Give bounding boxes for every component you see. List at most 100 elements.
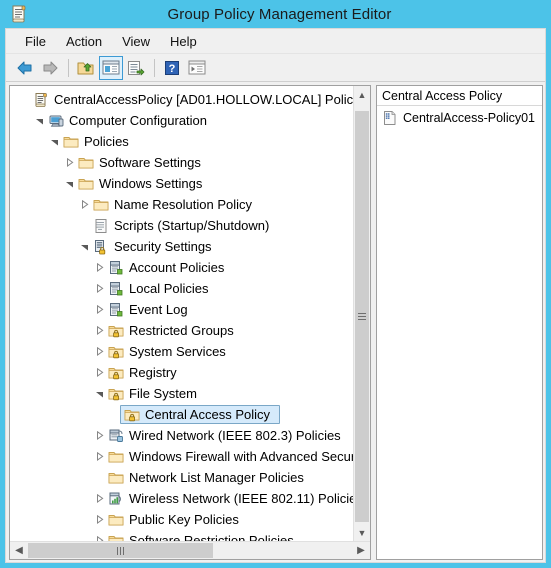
tree-node-content[interactable]: Software Restriction Policies [107,533,298,541]
tree-node-label: System Services [129,344,226,359]
tree-node-content[interactable]: Account Policies [107,260,228,276]
expand-triangle-icon[interactable] [91,536,107,541]
scroll-down-icon[interactable]: ▼ [354,524,370,541]
tree-node[interactable]: Restricted Groups [10,320,353,341]
tree-node[interactable]: Name Resolution Policy [10,194,353,215]
hscroll-thumb[interactable] [28,543,213,558]
tree-node[interactable]: File System [10,383,353,404]
tree-node-content[interactable]: Network List Manager Policies [107,470,308,486]
forward-button[interactable] [38,56,62,80]
folder-icon [107,470,125,486]
export-list-button[interactable] [124,56,148,80]
menu-bar: File Action View Help [6,29,545,54]
tree-node[interactable]: Software Settings [10,152,353,173]
show-hide-console-tree-button[interactable] [99,55,123,80]
expand-triangle-icon[interactable] [91,431,107,440]
tree-node-content[interactable]: Scripts (Startup/Shutdown) [92,218,273,234]
tree-node[interactable]: Account Policies [10,257,353,278]
expand-triangle-icon[interactable] [76,200,92,209]
tree-vertical-scrollbar[interactable]: ▲ ▼ [353,86,370,541]
expand-triangle-icon[interactable] [91,263,107,272]
tree-node-content[interactable]: Wired Network (IEEE 802.3) Policies [107,428,345,444]
expand-triangle-icon[interactable] [91,368,107,377]
menu-view[interactable]: View [113,32,159,51]
expand-triangle-icon[interactable] [91,515,107,524]
list-item[interactable]: CentralAccess-Policy01 [377,108,542,128]
folder-lock-icon [123,407,141,423]
expand-triangle-icon[interactable] [61,158,77,167]
tree-node-content[interactable]: System Services [107,344,230,360]
policy-tree[interactable]: CentralAccessPolicy [AD01.HOLLOW.LOCAL] … [10,86,353,541]
tree-node[interactable]: Policies [10,131,353,152]
tree-node[interactable]: Security Settings [10,236,353,257]
tree-node-content[interactable]: Registry [107,365,181,381]
vscroll-thumb[interactable] [355,111,369,522]
tree-node[interactable]: Windows Settings [10,173,353,194]
policy-document-icon [382,110,398,126]
tree-node-content[interactable]: Wireless Network (IEEE 802.11) Policies [107,491,353,507]
tree-node[interactable]: System Services [10,341,353,362]
tree-node[interactable]: Public Key Policies [10,509,353,530]
tree-node-content[interactable]: File System [107,386,201,402]
tree-node-content[interactable]: Restricted Groups [107,323,238,339]
tree-node[interactable]: Local Policies [10,278,353,299]
tree-node[interactable]: Network List Manager Policies [10,467,353,488]
policy-scroll-icon [10,4,28,24]
tree-node[interactable]: Windows Firewall with Advanced Security [10,446,353,467]
tree-node[interactable]: Computer Configuration [10,110,353,131]
help-button[interactable]: ? [160,56,184,80]
tree-node-content[interactable]: Name Resolution Policy [92,197,256,213]
tree-node-label: Security Settings [114,239,212,254]
tree-node-selected[interactable]: Central Access Policy [10,404,353,425]
expand-triangle-icon[interactable] [91,326,107,335]
tree-node-content[interactable]: Public Key Policies [107,512,243,528]
tree-node[interactable]: Wired Network (IEEE 802.3) Policies [10,425,353,446]
menu-file[interactable]: File [16,32,55,51]
tree-node-content[interactable]: Software Settings [77,155,205,171]
tree-node[interactable]: Scripts (Startup/Shutdown) [10,215,353,236]
expand-triangle-icon[interactable] [91,347,107,356]
expand-triangle-icon[interactable] [91,452,107,461]
up-one-level-button[interactable] [74,56,98,80]
show-action-pane-button[interactable] [185,56,209,80]
vscroll-track[interactable] [354,103,370,524]
tree-scroll-region[interactable]: CentralAccessPolicy [AD01.HOLLOW.LOCAL] … [10,86,353,541]
tree-node-label: Name Resolution Policy [114,197,253,212]
menu-action[interactable]: Action [57,32,111,51]
column-header-central-access-policy[interactable]: Central Access Policy [377,86,542,106]
scroll-right-icon[interactable]: ▶ [352,542,370,559]
tree-node-content[interactable]: Central Access Policy [120,405,280,424]
collapse-triangle-icon[interactable] [91,389,107,398]
folder-lock-icon [107,323,125,339]
tree-node-content[interactable]: Security Settings [92,239,216,255]
hscroll-track[interactable] [28,542,352,559]
tree-node-content[interactable]: Policies [62,134,133,150]
expand-triangle-icon[interactable] [91,494,107,503]
results-list[interactable]: CentralAccess-Policy01 [377,106,542,559]
tree-node[interactable]: Software Restriction Policies [10,530,353,541]
tree-horizontal-scrollbar[interactable]: ◀ ▶ [10,541,370,559]
tree-node-content[interactable]: Local Policies [107,281,213,297]
expand-triangle-icon[interactable] [91,305,107,314]
collapse-triangle-icon[interactable] [61,179,77,188]
tree-node[interactable]: CentralAccessPolicy [AD01.HOLLOW.LOCAL] … [10,89,353,110]
collapse-triangle-icon[interactable] [46,137,62,146]
scroll-up-icon[interactable]: ▲ [354,86,370,103]
back-button[interactable] [13,56,37,80]
expand-triangle-icon[interactable] [91,284,107,293]
tree-node-content[interactable]: Computer Configuration [47,113,211,129]
menu-help[interactable]: Help [161,32,206,51]
toolbar-separator [68,58,69,77]
tree-node-content[interactable]: CentralAccessPolicy [AD01.HOLLOW.LOCAL] … [32,92,353,108]
collapse-triangle-icon[interactable] [31,116,47,125]
tree-node-label: Software Restriction Policies [129,533,294,541]
tree-node[interactable]: Wireless Network (IEEE 802.11) Policies [10,488,353,509]
tree-node-content[interactable]: Event Log [107,302,192,318]
tree-node-content[interactable]: Windows Settings [77,176,206,192]
tree-node-content[interactable]: Windows Firewall with Advanced Security [107,449,353,465]
tree-node[interactable]: Event Log [10,299,353,320]
collapse-triangle-icon[interactable] [76,242,92,251]
tree-node-label: Registry [129,365,177,380]
scroll-left-icon[interactable]: ◀ [10,542,28,559]
tree-node[interactable]: Registry [10,362,353,383]
